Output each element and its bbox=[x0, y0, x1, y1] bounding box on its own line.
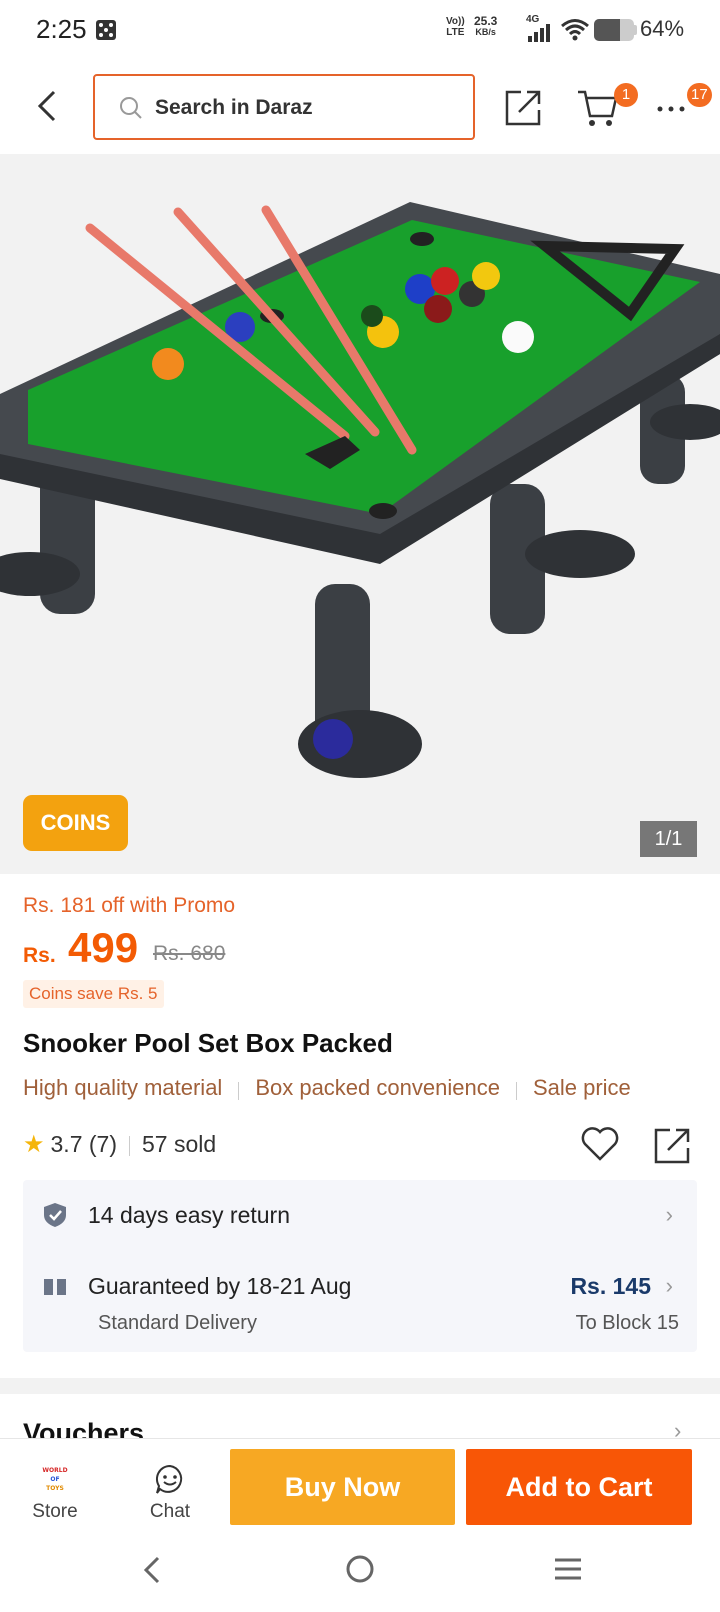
wifi-icon bbox=[561, 19, 589, 41]
chat-button[interactable]: Chat bbox=[125, 1439, 215, 1533]
more-icon[interactable] bbox=[656, 104, 690, 114]
share-product-icon[interactable] bbox=[652, 1126, 692, 1166]
nav-home-icon[interactable] bbox=[345, 1554, 375, 1584]
pool-table-illustration bbox=[0, 154, 720, 874]
store-button[interactable]: WORLD OF TOYS Store bbox=[10, 1439, 100, 1533]
volte-top: Vo)) bbox=[446, 16, 465, 27]
battery-fill bbox=[594, 19, 620, 41]
signal-icon bbox=[528, 22, 554, 42]
net-speed-value: 25.3 bbox=[474, 14, 498, 28]
delivery-type: Standard Delivery bbox=[98, 1312, 257, 1334]
battery-percent: 64% bbox=[640, 16, 685, 41]
delivery-destination: To Block 15 bbox=[575, 1312, 679, 1334]
product-tags[interactable]: High quality material Box packed convenie… bbox=[23, 1075, 703, 1105]
shield-icon bbox=[44, 1203, 66, 1227]
nav-back-icon[interactable] bbox=[140, 1554, 164, 1586]
nav-menu-icon[interactable] bbox=[553, 1556, 583, 1582]
product-image[interactable] bbox=[0, 154, 720, 874]
status-bar: 2:25 Vo)) LTE 25.3 KB/s 4G 64% bbox=[0, 0, 720, 60]
search-placeholder: Search in Daraz bbox=[155, 96, 313, 119]
rating-value: 3.7 bbox=[50, 1131, 83, 1157]
coins-badge[interactable]: COINS bbox=[23, 795, 128, 851]
bottom-action-bar: WORLD OF TOYS Store Chat Buy Now Add to … bbox=[0, 1438, 720, 1532]
image-pager: 1/1 bbox=[640, 821, 697, 857]
system-nav-bar bbox=[0, 1532, 720, 1612]
delivery-box-icon bbox=[44, 1275, 66, 1295]
store-label: Store bbox=[32, 1501, 78, 1522]
net-speed-unit: KB/s bbox=[475, 27, 496, 37]
volte-bottom: LTE bbox=[446, 27, 465, 38]
buy-now-button[interactable]: Buy Now bbox=[230, 1449, 455, 1525]
promo-text: Rs. 181 off with Promo bbox=[23, 894, 236, 917]
add-to-cart-button[interactable]: Add to Cart bbox=[466, 1449, 692, 1525]
share-icon[interactable] bbox=[503, 88, 543, 128]
rating-count: (7) bbox=[88, 1131, 118, 1157]
tag-item: Box packed convenience bbox=[255, 1075, 500, 1100]
star-icon: ★ bbox=[23, 1131, 45, 1158]
return-policy-text[interactable]: 14 days easy return bbox=[88, 1202, 290, 1229]
svg-text:OF: OF bbox=[50, 1476, 59, 1483]
delivery-fee: Rs. 145 bbox=[570, 1273, 651, 1299]
tag-item: High quality material bbox=[23, 1075, 223, 1100]
original-price: Rs. 680 bbox=[153, 942, 226, 965]
svg-text:WORLD: WORLD bbox=[42, 1467, 67, 1474]
chevron-right-icon[interactable]: › bbox=[666, 1202, 673, 1228]
chevron-right-icon[interactable]: › bbox=[666, 1273, 673, 1299]
section-divider bbox=[0, 1378, 720, 1394]
back-arrow-icon[interactable] bbox=[32, 86, 62, 126]
store-logo-icon: WORLD OF TOYS bbox=[40, 1463, 70, 1495]
search-input[interactable]: Search in Daraz bbox=[93, 74, 475, 140]
chat-label: Chat bbox=[149, 1501, 191, 1522]
battery-icon bbox=[594, 19, 634, 41]
price-currency: Rs. bbox=[23, 944, 56, 967]
dice-icon bbox=[96, 20, 116, 40]
battery-tip bbox=[634, 25, 637, 35]
search-icon bbox=[120, 97, 142, 119]
more-badge: 17 bbox=[687, 83, 712, 107]
service-info-panel: 14 days easy return › Guaranteed by 18-2… bbox=[23, 1180, 697, 1352]
tag-item: Sale price bbox=[532, 1075, 631, 1100]
volte-indicator: Vo)) LTE bbox=[446, 16, 465, 38]
coins-save-badge: Coins save Rs. 5 bbox=[23, 980, 164, 1008]
rating-row[interactable]: ★ 3.7 (7) 57 sold bbox=[23, 1130, 216, 1159]
svg-text:TOYS: TOYS bbox=[46, 1485, 64, 1492]
chat-icon bbox=[155, 1464, 183, 1494]
delivery-guarantee-text[interactable]: Guaranteed by 18-21 Aug bbox=[88, 1273, 351, 1300]
price: 499 bbox=[68, 924, 139, 971]
sold-count: 57 sold bbox=[142, 1131, 217, 1157]
net-speed: 25.3 KB/s bbox=[474, 14, 498, 38]
cart-badge: 1 bbox=[614, 83, 638, 107]
product-title: Snooker Pool Set Box Packed bbox=[23, 1028, 393, 1058]
wishlist-heart-icon[interactable] bbox=[580, 1126, 620, 1162]
status-time: 2:25 bbox=[36, 14, 87, 44]
